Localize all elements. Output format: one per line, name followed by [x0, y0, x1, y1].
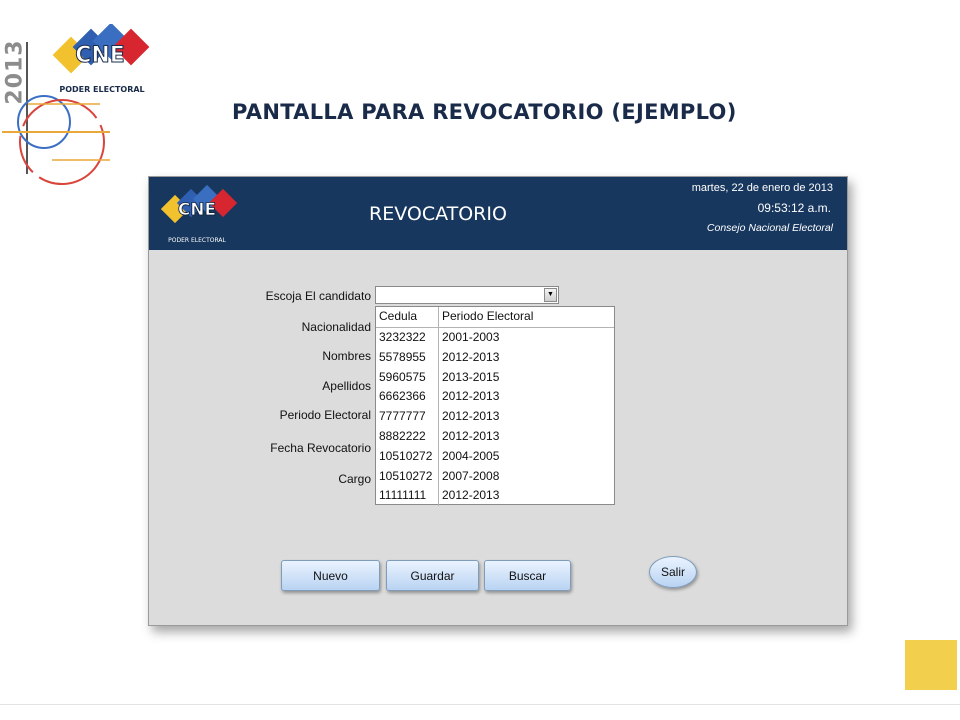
svg-text:PODER ELECTORAL: PODER ELECTORAL	[168, 237, 226, 244]
nacionalidad-label: Nacionalidad	[301, 320, 371, 334]
cedula-cell: 6662366	[376, 387, 439, 408]
list-item[interactable]: 3232322 2001-2003	[376, 328, 614, 348]
periodo-cell: 2012-2013	[442, 349, 500, 364]
cedula-cell: 5578955	[376, 347, 439, 368]
periodo-cell: 2013-2015	[442, 369, 500, 384]
dropdown-header: Cedula Periodo Electoral	[376, 307, 614, 328]
guardar-button[interactable]: Guardar	[386, 560, 479, 591]
cedula-cell: 10510272	[376, 446, 439, 467]
periodo-cell: 2012-2013	[442, 488, 500, 503]
list-item[interactable]: 10510272 2007-2008	[376, 466, 614, 487]
cne-logo-icon: CNE PODER ELECTORAL	[52, 24, 150, 94]
list-item[interactable]: 7777777 2012-2013	[376, 407, 614, 427]
date-display: martes, 22 de enero de 2013	[691, 182, 833, 194]
app-header: CNE PODER ELECTORAL REVOCATORIO martes, …	[149, 177, 847, 250]
candidate-dropdown-list: Cedula Periodo Electoral 3232322 2001-200…	[375, 306, 615, 507]
periodo-label: Periodo Electoral	[279, 408, 371, 422]
periodo-cell: 2007-2008	[442, 468, 500, 483]
column-header-cedula: Cedula	[376, 307, 439, 327]
nombres-label: Nombres	[322, 349, 371, 363]
list-item[interactable]: 5960575 2013-2015	[376, 367, 614, 388]
fecha-label: Fecha Revocatorio	[270, 441, 371, 455]
candidate-combobox[interactable]: ▼	[375, 286, 559, 304]
cedula-cell: 3232322	[376, 328, 439, 348]
svg-text:PODER ELECTORAL: PODER ELECTORAL	[59, 85, 144, 94]
app-title: REVOCATORIO	[369, 203, 507, 225]
list-item[interactable]: 10510272 2004-2005	[376, 446, 614, 467]
chevron-down-icon[interactable]: ▼	[544, 288, 557, 302]
periodo-cell: 2004-2005	[442, 448, 500, 463]
column-header-periodo: Periodo Electoral	[442, 309, 534, 323]
organization-label: Consejo Nacional Electoral	[706, 222, 833, 234]
periodo-cell: 2012-2013	[442, 428, 500, 443]
cargo-label: Cargo	[338, 472, 371, 486]
list-item[interactable]: 6662366 2012-2013	[376, 387, 614, 408]
periodo-cell: 2001-2003	[442, 330, 500, 344]
cedula-cell: 8882222	[376, 426, 439, 447]
svg-text:CNE: CNE	[75, 43, 125, 68]
cedula-cell: 7777777	[376, 407, 439, 427]
revocatorio-window: CNE PODER ELECTORAL REVOCATORIO martes, …	[148, 176, 848, 626]
cne-logo-icon: CNE PODER ELECTORAL	[161, 185, 238, 244]
time-display: 09:53:12 a.m.	[757, 201, 831, 215]
periodo-cell: 2012-2013	[442, 389, 500, 404]
buscar-button[interactable]: Buscar	[484, 560, 571, 591]
cedula-cell: 10510272	[376, 466, 439, 487]
corner-accent	[905, 640, 957, 690]
bottom-divider	[0, 704, 960, 705]
list-item[interactable]: 8882222 2012-2013	[376, 426, 614, 447]
list-item[interactable]: 5578955 2012-2013	[376, 347, 614, 368]
nuevo-button[interactable]: Nuevo	[281, 560, 380, 591]
svg-text:CNE: CNE	[178, 200, 216, 220]
slide-title: PANTALLA PARA REVOCATORIO (EJEMPLO)	[232, 100, 737, 124]
candidate-label: Escoja El candidato	[265, 289, 371, 303]
apellidos-label: Apellidos	[322, 379, 371, 393]
cedula-cell: 11111111	[376, 486, 439, 507]
list-item[interactable]: 11111111 2012-2013	[376, 486, 614, 507]
periodo-cell: 2012-2013	[442, 409, 500, 424]
cedula-cell: 5960575	[376, 367, 439, 388]
salir-button[interactable]: Salir	[649, 556, 697, 588]
